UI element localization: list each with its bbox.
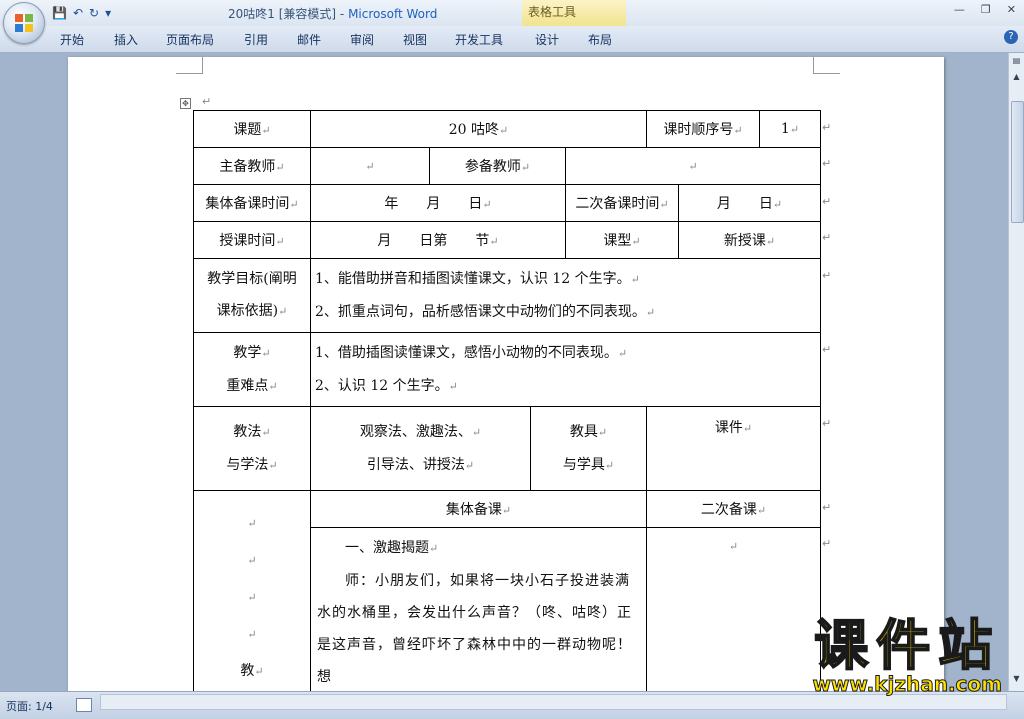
topic-label-cell[interactable]: 课题↵: [193, 110, 311, 148]
scroll-down-icon[interactable]: ▼: [1011, 673, 1022, 685]
customize-qat-icon[interactable]: ▾: [105, 6, 111, 20]
office-logo-icon: [15, 14, 33, 32]
site-watermark: 课件站 www.kjzhan.com: [812, 614, 1003, 696]
group-prep-header-cell[interactable]: 集体备课↵: [310, 490, 647, 528]
group-prep-time-label-cell[interactable]: 集体备课时间↵: [193, 184, 311, 222]
table-row: ↵ ↵ ↵ ↵ 教↵ 集体备课↵ 二次备课↵: [193, 490, 821, 691]
co-teacher-label-cell[interactable]: 参备教师↵: [429, 147, 566, 185]
tab-references[interactable]: 引用: [244, 31, 268, 48]
tab-design[interactable]: 设计: [535, 31, 559, 48]
sequence-label-cell[interactable]: 课时顺序号↵: [646, 110, 760, 148]
page-count[interactable]: 页面: 1/4: [6, 698, 53, 714]
crop-mark-right: [813, 57, 840, 74]
table-row: 集体备课时间↵ 年 月 日↵ 二次备课时间↵ 月 日↵: [193, 184, 821, 222]
row-end-mark: ↵: [822, 157, 832, 170]
tab-review[interactable]: 审阅: [350, 31, 374, 48]
method-value-cell[interactable]: 观察法、激趣法、↵ 引导法、讲授法↵: [310, 406, 531, 491]
row-end-mark: ↵: [822, 195, 832, 208]
scroll-thumb[interactable]: [1011, 101, 1024, 223]
tab-page-layout[interactable]: 页面布局: [166, 31, 214, 48]
tool-label-cell[interactable]: 教具↵ 与学具↵: [530, 406, 647, 491]
restore-icon[interactable]: ❐: [981, 3, 991, 16]
row-end-mark: ↵: [822, 537, 832, 550]
document-page[interactable]: ✥ ↵ 课题↵ 20 咕咚↵ 课时顺序号↵ 1↵ 主备教师↵ ↵ 参备教师↵ ↵…: [68, 57, 944, 691]
row-end-mark: ↵: [822, 269, 832, 282]
save-icon[interactable]: 💾: [52, 6, 67, 20]
teach-time-value-cell[interactable]: 月 日第 节↵: [310, 221, 566, 259]
lead-teacher-value-cell[interactable]: ↵: [310, 147, 430, 185]
title-bar: 💾 ↶ ↻ ▾ 20咕咚1 [兼容模式] - Microsoft Word 表格…: [0, 0, 1024, 26]
tab-view[interactable]: 视图: [403, 31, 427, 48]
goals-label-cell[interactable]: 教学目标(阐明 课标依据)↵: [193, 258, 311, 333]
crop-mark-left: [176, 57, 203, 74]
table-row: 授课时间↵ 月 日第 节↵ 课型↵ 新授课↵: [193, 221, 821, 259]
lesson-type-value-cell[interactable]: 新授课↵: [678, 221, 821, 259]
group-prep-content-cell[interactable]: 一、激趣揭题↵ 师：小朋友们，如果将一块小石子投进装满水的水桶里，会发出什么声音…: [310, 527, 647, 691]
tab-developer[interactable]: 开发工具: [455, 31, 503, 48]
window-title: 20咕咚1 [兼容模式] - Microsoft Word: [228, 7, 438, 21]
row-end-mark: ↵: [822, 231, 832, 244]
second-prep-time-value-cell[interactable]: 月 日↵: [678, 184, 821, 222]
goals-value-cell[interactable]: 1、能借助拼音和插图读懂课文，认识 12 个生字。↵ 2、抓重点词句，品析感悟课…: [310, 258, 821, 333]
minimize-icon[interactable]: —: [954, 3, 965, 16]
ruler-toggle-icon[interactable]: ▤: [1011, 55, 1022, 67]
watermark-logo: 课件站: [813, 614, 1001, 677]
lesson-plan-table[interactable]: 课题↵ 20 咕咚↵ 课时顺序号↵ 1↵ 主备教师↵ ↵ 参备教师↵ ↵ 集体备…: [193, 110, 821, 691]
tab-home[interactable]: 开始: [60, 31, 84, 48]
row-end-mark: ↵: [822, 121, 832, 134]
office-button[interactable]: [3, 2, 45, 44]
method-label-cell[interactable]: 教法↵ 与学法↵: [193, 406, 311, 491]
tool-value-cell[interactable]: 课件↵: [646, 406, 821, 491]
scroll-up-icon[interactable]: ▲: [1011, 71, 1022, 83]
process-label-cell[interactable]: ↵ ↵ ↵ ↵ 教↵: [193, 490, 311, 691]
second-prep-header-cell[interactable]: 二次备课↵: [646, 490, 821, 528]
redo-icon[interactable]: ↻: [89, 6, 99, 20]
watermark-url: www.kjzhan.com: [812, 672, 1003, 696]
teach-time-label-cell[interactable]: 授课时间↵: [193, 221, 311, 259]
lesson-type-label-cell[interactable]: 课型↵: [565, 221, 679, 259]
group-prep-time-value-cell[interactable]: 年 月 日↵: [310, 184, 566, 222]
proofing-icon[interactable]: [76, 698, 92, 712]
vertical-scrollbar[interactable]: ▤ ▲ ▼: [1008, 53, 1024, 691]
second-prep-content-cell[interactable]: ↵: [646, 527, 821, 691]
table-row: 课题↵ 20 咕咚↵ 课时顺序号↵ 1↵: [193, 110, 821, 148]
close-icon[interactable]: ✕: [1007, 3, 1016, 16]
help-icon[interactable]: ?: [1004, 30, 1018, 44]
table-move-handle-icon[interactable]: ✥: [180, 98, 191, 109]
table-row: 教学目标(阐明 课标依据)↵ 1、能借助拼音和插图读懂课文，认识 12 个生字。…: [193, 258, 821, 333]
row-end-mark: ↵: [822, 343, 832, 356]
table-row: 教法↵ 与学法↵ 观察法、激趣法、↵ 引导法、讲授法↵ 教具↵ 与学具↵ 课件↵: [193, 406, 821, 491]
horizontal-scrollbar[interactable]: [100, 694, 1007, 710]
document-area: ✥ ↵ 课题↵ 20 咕咚↵ 课时顺序号↵ 1↵ 主备教师↵ ↵ 参备教师↵ ↵…: [0, 53, 1008, 691]
window-controls: — ❐ ✕: [954, 3, 1016, 16]
table-row: 主备教师↵ ↵ 参备教师↵ ↵: [193, 147, 821, 185]
quick-access-toolbar: 💾 ↶ ↻ ▾: [52, 4, 111, 22]
undo-icon[interactable]: ↶: [73, 6, 83, 20]
table-row: 教学↵ 重难点↵ 1、借助插图读懂课文，感悟小动物的不同表现。↵ 2、认识 12…: [193, 332, 821, 407]
lead-teacher-label-cell[interactable]: 主备教师↵: [193, 147, 311, 185]
tab-insert[interactable]: 插入: [114, 31, 138, 48]
key-points-label-cell[interactable]: 教学↵ 重难点↵: [193, 332, 311, 407]
table-tools-context-group: 表格工具: [522, 0, 626, 26]
co-teacher-value-cell[interactable]: ↵: [565, 147, 821, 185]
ribbon-tab-bar: 开始 插入 页面布局 引用 邮件 审阅 视图 开发工具 设计 布局: [0, 26, 1024, 53]
sequence-value-cell[interactable]: 1↵: [759, 110, 821, 148]
paragraph-mark: ↵: [202, 95, 212, 108]
tab-mailings[interactable]: 邮件: [297, 31, 321, 48]
second-prep-time-label-cell[interactable]: 二次备课时间↵: [565, 184, 679, 222]
row-end-mark: ↵: [822, 417, 832, 430]
row-end-mark: ↵: [822, 501, 832, 514]
key-points-value-cell[interactable]: 1、借助插图读懂课文，感悟小动物的不同表现。↵ 2、认识 12 个生字。↵: [310, 332, 821, 407]
topic-value-cell[interactable]: 20 咕咚↵: [310, 110, 647, 148]
tab-layout[interactable]: 布局: [588, 31, 612, 48]
